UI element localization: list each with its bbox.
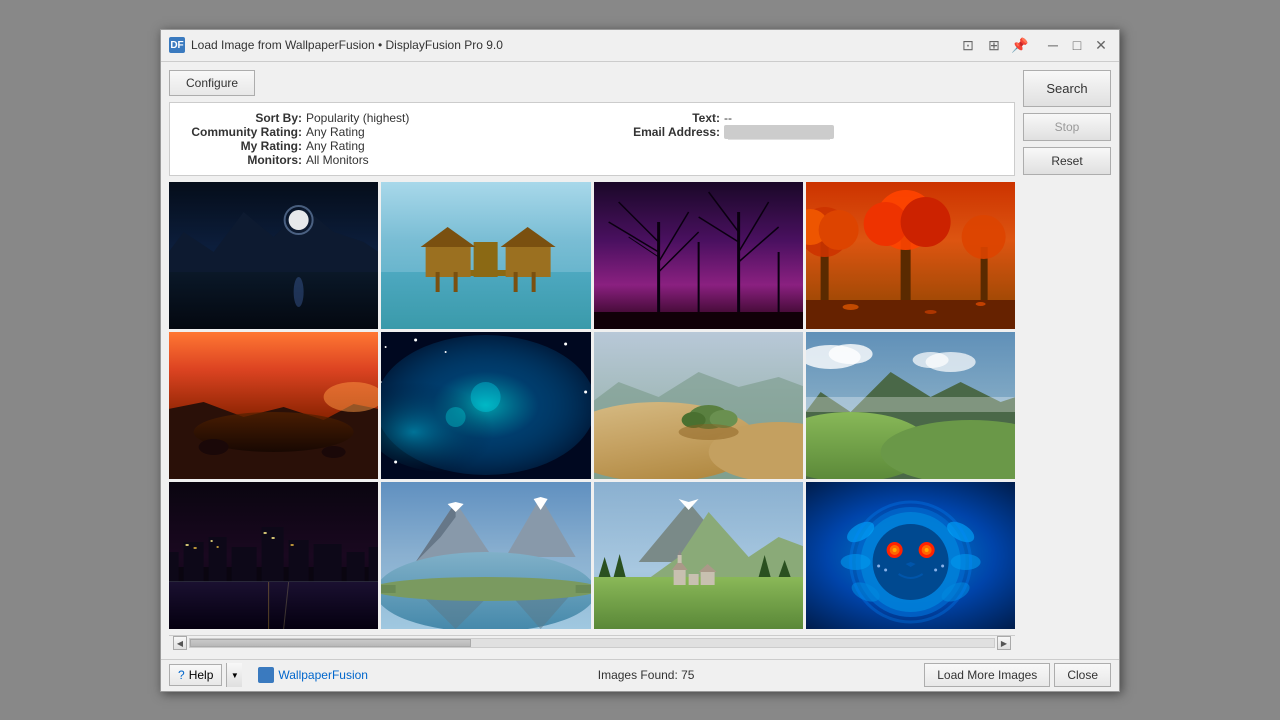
app-icon: DF xyxy=(169,37,185,53)
help-label: Help xyxy=(189,668,214,682)
community-rating-label: Community Rating: xyxy=(182,125,302,139)
icon-btn-2[interactable]: ⊞ xyxy=(985,36,1003,54)
text-label: Text: xyxy=(600,111,720,125)
scroll-right-arrow[interactable]: ▶ xyxy=(997,636,1011,650)
image-cell[interactable] xyxy=(594,482,803,629)
image-cell[interactable] xyxy=(381,332,590,479)
images-found: Images Found: 75 xyxy=(598,668,695,682)
titlebar: DF Load Image from WallpaperFusion • Dis… xyxy=(161,30,1119,62)
reset-button[interactable]: Reset xyxy=(1023,147,1111,175)
text-value: -- xyxy=(724,111,732,125)
restore-button[interactable]: □ xyxy=(1067,35,1087,55)
image-cell[interactable] xyxy=(169,182,378,329)
close-button[interactable]: ✕ xyxy=(1091,35,1111,55)
icon-btn-3[interactable]: 📌 xyxy=(1011,36,1029,54)
image-cell[interactable] xyxy=(169,332,378,479)
image-cell[interactable] xyxy=(381,482,590,629)
scroll-left-arrow[interactable]: ◀ xyxy=(173,636,187,650)
icon-btn-1[interactable]: ⊡ xyxy=(959,36,977,54)
wallpaperfusion-icon xyxy=(258,667,274,683)
image-cell[interactable] xyxy=(594,332,803,479)
help-dropdown[interactable]: ▼ xyxy=(226,663,242,687)
my-rating-label: My Rating: xyxy=(182,139,302,153)
community-rating-row: Community Rating: Any Rating xyxy=(182,125,584,139)
image-cell[interactable] xyxy=(806,332,1015,479)
stop-button[interactable]: Stop xyxy=(1023,113,1111,141)
sort-by-row: Sort By: Popularity (highest) xyxy=(182,111,584,125)
toolbar: Configure xyxy=(169,70,1015,96)
image-cell[interactable] xyxy=(806,182,1015,329)
image-cell[interactable] xyxy=(806,482,1015,629)
sort-by-label: Sort By: xyxy=(182,111,302,125)
help-button[interactable]: ? Help xyxy=(169,664,222,686)
search-button[interactable]: Search xyxy=(1023,70,1111,107)
my-rating-value: Any Rating xyxy=(306,139,365,153)
filter-group-right: Text: -- Email Address: ████████████ xyxy=(600,111,1002,167)
status-right: Load More Images Close xyxy=(924,663,1111,687)
minimize-button[interactable]: ─ xyxy=(1043,35,1063,55)
image-cell[interactable] xyxy=(381,182,590,329)
status-bar: ? Help ▼ WallpaperFusion Images Found: 7… xyxy=(161,659,1119,691)
image-cell[interactable] xyxy=(594,182,803,329)
email-value: ████████████ xyxy=(724,125,834,139)
help-icon: ? xyxy=(178,668,185,682)
monitors-row: Monitors: All Monitors xyxy=(182,153,584,167)
monitors-label: Monitors: xyxy=(182,153,302,167)
scroll-track[interactable] xyxy=(189,638,995,648)
wallpaperfusion-link[interactable]: WallpaperFusion xyxy=(258,667,368,683)
community-rating-value: Any Rating xyxy=(306,125,365,139)
my-rating-row: My Rating: Any Rating xyxy=(182,139,584,153)
sort-by-value: Popularity (highest) xyxy=(306,111,409,125)
filter-group-left: Sort By: Popularity (highest) Community … xyxy=(182,111,584,167)
window-icons: ⊡ ⊞ 📌 xyxy=(959,36,1029,54)
content-area: Configure Sort By: Popularity (highest) … xyxy=(161,62,1119,659)
window-controls: ─ □ ✕ xyxy=(1043,35,1111,55)
close-dialog-button[interactable]: Close xyxy=(1054,663,1111,687)
wallpaperfusion-label: WallpaperFusion xyxy=(278,668,368,682)
window-title: Load Image from WallpaperFusion • Displa… xyxy=(191,38,953,52)
status-left: ? Help ▼ WallpaperFusion xyxy=(169,663,368,687)
right-panel: Search Stop Reset xyxy=(1023,70,1111,651)
main-panel: Configure Sort By: Popularity (highest) … xyxy=(169,70,1015,651)
scroll-thumb[interactable] xyxy=(190,639,471,647)
image-cell[interactable] xyxy=(169,482,378,629)
monitors-value: All Monitors xyxy=(306,153,369,167)
configure-button[interactable]: Configure xyxy=(169,70,255,96)
email-label: Email Address: xyxy=(600,125,720,139)
main-window: DF Load Image from WallpaperFusion • Dis… xyxy=(160,29,1120,692)
filter-panel: Sort By: Popularity (highest) Community … xyxy=(169,102,1015,176)
load-more-button[interactable]: Load More Images xyxy=(924,663,1050,687)
email-row: Email Address: ████████████ xyxy=(600,125,1002,139)
image-grid xyxy=(169,182,1015,629)
text-row: Text: -- xyxy=(600,111,1002,125)
scrollbar-area: ◀ ▶ xyxy=(169,635,1015,651)
